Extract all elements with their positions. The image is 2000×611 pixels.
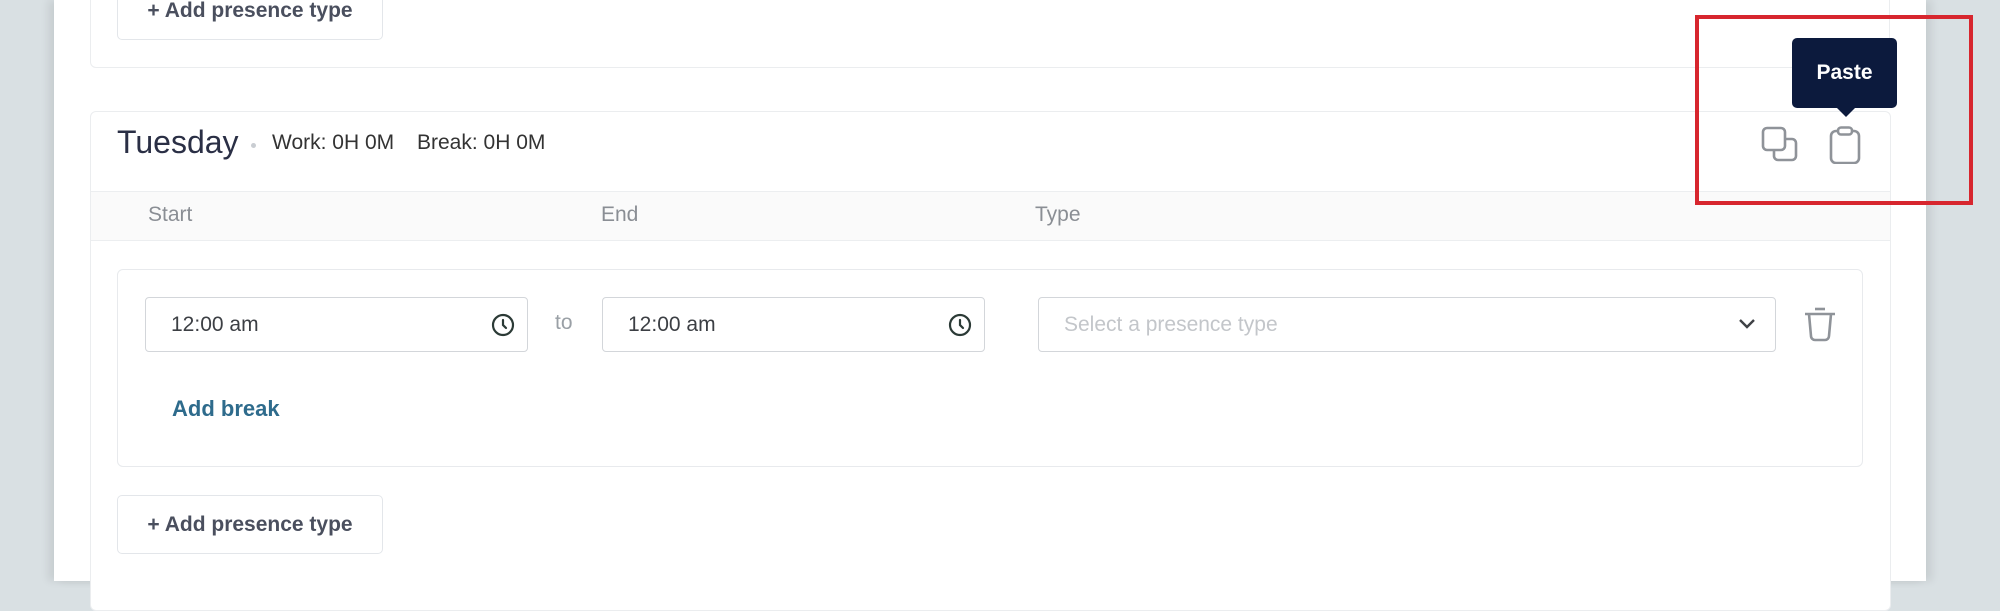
- copy-icon: [1761, 126, 1798, 162]
- column-header-end: End: [601, 203, 639, 226]
- paste-tooltip: Paste: [1792, 38, 1897, 108]
- trash-icon: [1805, 307, 1835, 342]
- start-time-input[interactable]: 12:00 am: [145, 297, 528, 352]
- column-header-start: Start: [148, 203, 193, 226]
- work-summary: Work: 0H 0M: [272, 131, 395, 154]
- tooltip-text: Paste: [1816, 61, 1873, 84]
- previous-add-presence-type-button[interactable]: + Add presence type: [117, 0, 383, 40]
- delete-entry-button[interactable]: [1803, 306, 1837, 342]
- tooltip-arrow: [1836, 107, 1856, 117]
- start-time-value: 12:00 am: [171, 313, 259, 336]
- add-presence-type-button[interactable]: + Add presence type: [117, 495, 383, 554]
- add-break-link[interactable]: Add break: [172, 396, 280, 422]
- break-summary: Break: 0H 0M: [417, 131, 546, 154]
- clock-icon[interactable]: [948, 313, 972, 337]
- separator-dot: [251, 143, 256, 148]
- presence-type-placeholder: Select a presence type: [1064, 313, 1278, 336]
- day-title: Tuesday: [117, 124, 239, 160]
- end-time-value: 12:00 am: [628, 313, 716, 336]
- clipboard-icon: [1829, 126, 1861, 165]
- chevron-down-icon: [1739, 319, 1755, 329]
- paste-button[interactable]: [1826, 126, 1864, 165]
- clock-icon[interactable]: [491, 313, 515, 337]
- column-header-row: [91, 191, 1890, 241]
- copy-button[interactable]: [1761, 126, 1799, 164]
- presence-type-select[interactable]: Select a presence type: [1038, 297, 1776, 352]
- end-time-input[interactable]: 12:00 am: [602, 297, 985, 352]
- column-header-type: Type: [1035, 203, 1081, 226]
- range-separator: to: [555, 311, 573, 334]
